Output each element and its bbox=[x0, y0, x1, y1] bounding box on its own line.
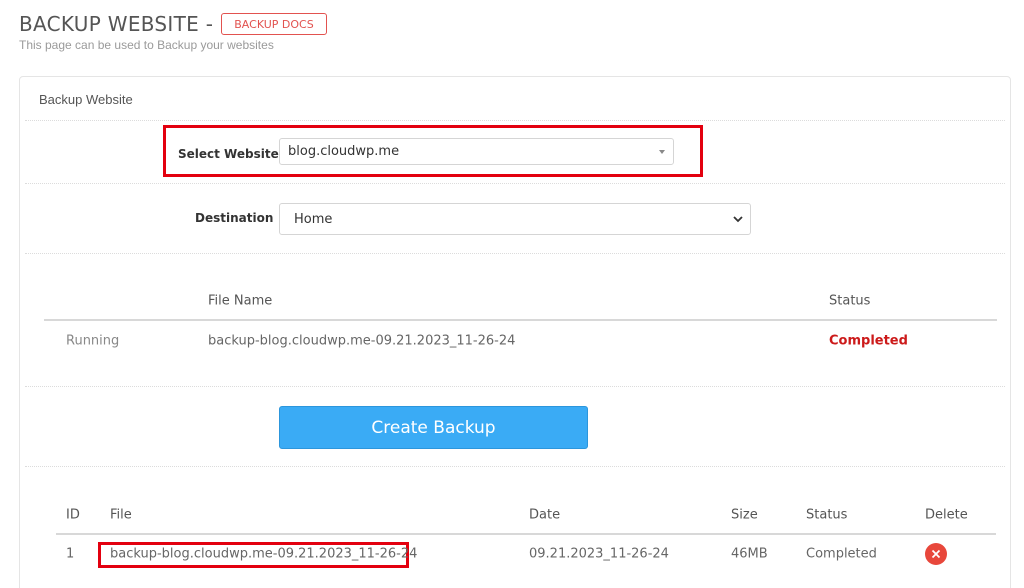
header-status: Status bbox=[829, 293, 871, 309]
header-size: Size bbox=[731, 507, 758, 523]
running-backup-table: File Name Status Running backup-blog.clo… bbox=[44, 283, 997, 361]
chevron-down-icon bbox=[733, 216, 743, 223]
row-file-link[interactable]: backup-blog.cloudwp.me-09.21.2023_11-26-… bbox=[110, 547, 417, 562]
header-file-name: File Name bbox=[208, 293, 273, 309]
destination-select[interactable]: Home bbox=[279, 203, 751, 235]
website-select[interactable]: blog.cloudwp.me bbox=[279, 138, 674, 165]
row-status: Completed bbox=[806, 546, 877, 562]
create-backup-button[interactable]: Create Backup bbox=[279, 406, 588, 449]
running-status: Completed bbox=[829, 333, 908, 349]
running-table-header: File Name Status bbox=[44, 283, 997, 321]
header-date: Date bbox=[529, 507, 561, 523]
header-status: Status bbox=[806, 507, 848, 523]
row-date: 09.21.2023_11-26-24 bbox=[529, 546, 669, 562]
running-file-name: backup-blog.cloudwp.me-09.21.2023_11-26-… bbox=[208, 333, 516, 349]
destination-label: Destination bbox=[195, 211, 274, 225]
page-title-text: BACKUP WEBSITE - bbox=[19, 12, 214, 36]
caret-down-icon bbox=[659, 149, 665, 154]
select-website-label: Select Website bbox=[178, 147, 279, 161]
close-icon bbox=[931, 549, 941, 559]
table-row: 1 backup-blog.cloudwp.me-09.21.2023_11-2… bbox=[56, 535, 996, 573]
header-delete: Delete bbox=[925, 507, 968, 523]
divider bbox=[25, 466, 1005, 467]
backups-table-header: ID File Date Size Status Delete bbox=[56, 497, 996, 535]
destination-select-value: Home bbox=[294, 211, 333, 227]
row-id: 1 bbox=[66, 546, 75, 562]
page-subtitle: This page can be used to Backup your web… bbox=[19, 38, 274, 52]
backup-panel: Backup Website Select Website blog.cloud… bbox=[19, 76, 1011, 588]
row-size: 46MB bbox=[731, 546, 768, 562]
divider bbox=[25, 253, 1005, 254]
header-file: File bbox=[110, 507, 132, 523]
page-title: BACKUP WEBSITE - BACKUP DOCS bbox=[19, 11, 327, 37]
backup-docs-button[interactable]: BACKUP DOCS bbox=[221, 13, 327, 35]
divider bbox=[25, 386, 1005, 387]
backups-table: ID File Date Size Status Delete 1 backup… bbox=[56, 497, 996, 573]
divider bbox=[25, 120, 1005, 121]
header-id: ID bbox=[66, 507, 80, 523]
running-table-row: Running backup-blog.cloudwp.me-09.21.202… bbox=[44, 321, 997, 361]
website-select-value: blog.cloudwp.me bbox=[288, 144, 400, 159]
divider bbox=[25, 183, 1005, 184]
running-state: Running bbox=[66, 333, 120, 349]
delete-backup-button[interactable] bbox=[925, 543, 947, 565]
panel-heading: Backup Website bbox=[39, 92, 133, 107]
